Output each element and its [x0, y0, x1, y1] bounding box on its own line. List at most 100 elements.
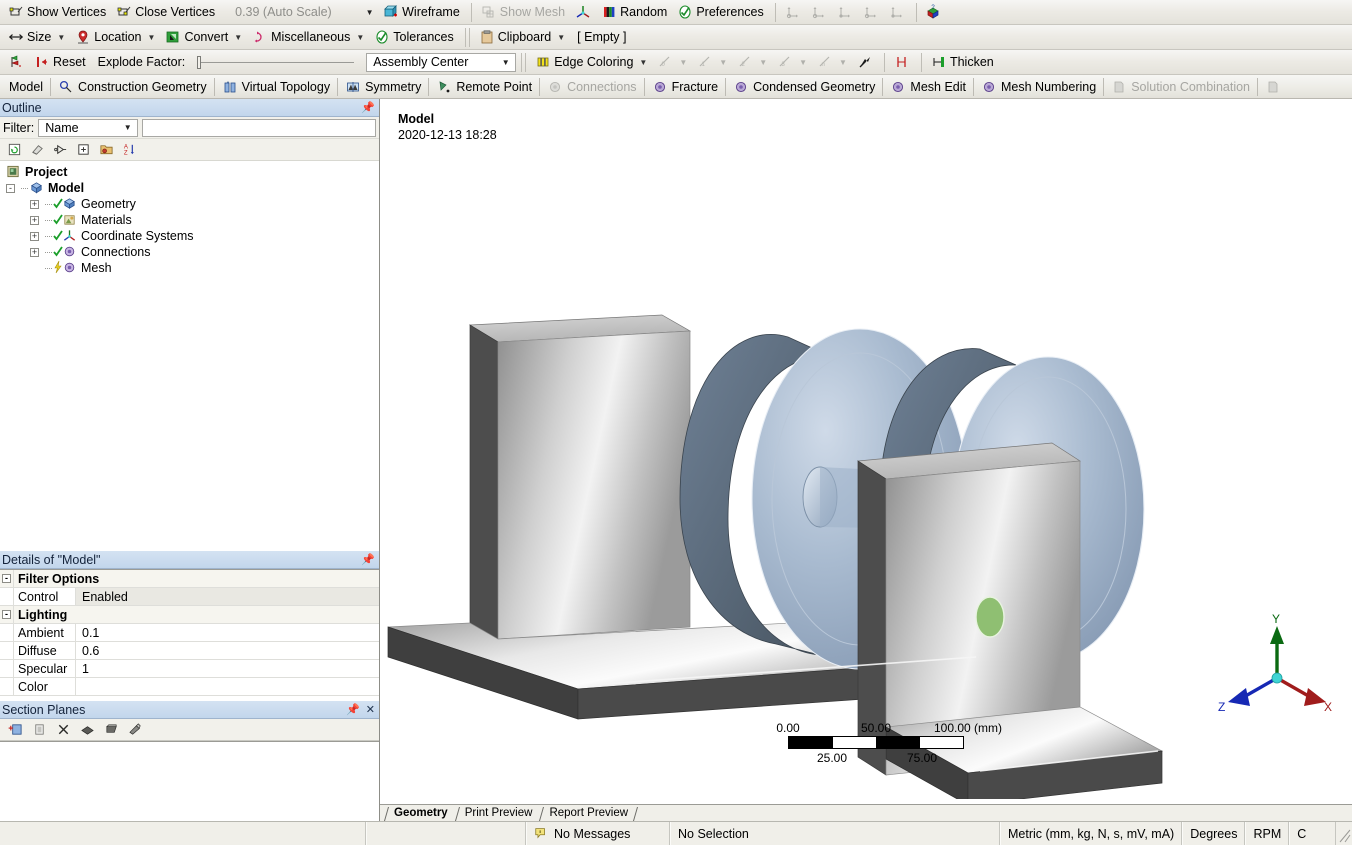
- viewport-tab-print-preview[interactable]: Print Preview: [457, 806, 542, 821]
- details-row-value[interactable]: [76, 678, 379, 695]
- chevron-down-icon[interactable]: ▼: [557, 33, 565, 42]
- chevron-down-icon[interactable]: ▼: [362, 5, 377, 20]
- tolerances-button[interactable]: Tolerances: [370, 27, 459, 48]
- chevron-down-icon[interactable]: ▼: [639, 58, 647, 67]
- edge-direction-2-button[interactable]: 2 ▼: [733, 52, 773, 73]
- miscellaneous-button[interactable]: Miscellaneous ▼: [248, 27, 370, 48]
- annotation-button-3[interactable]: [833, 2, 859, 23]
- expand-arrow-icon[interactable]: [52, 141, 69, 158]
- explode-factor-slider[interactable]: [191, 52, 356, 72]
- tree-item-mesh[interactable]: Mesh: [4, 260, 379, 276]
- filter-search-input[interactable]: [142, 118, 376, 137]
- chevron-down-icon[interactable]: ▼: [679, 58, 687, 67]
- viewport-tab-geometry[interactable]: Geometry: [386, 806, 457, 821]
- details-row-specular[interactable]: Specular 1: [0, 660, 379, 678]
- filter-type-select[interactable]: Name ▼: [38, 118, 139, 137]
- close-icon[interactable]: ✕: [366, 704, 375, 715]
- clear-section-planes-icon[interactable]: [55, 721, 72, 738]
- outline-tree[interactable]: Project - Model + Geometry + Materials +…: [0, 161, 379, 551]
- model-geometry[interactable]: [380, 99, 1352, 799]
- chevron-down-icon[interactable]: ▼: [356, 33, 364, 42]
- tree-item-geometry[interactable]: + Geometry: [4, 196, 379, 212]
- status-units[interactable]: Metric (mm, kg, N, s, mV, mA): [1000, 822, 1183, 845]
- annotation-button-5[interactable]: [885, 2, 911, 23]
- tree-item-project[interactable]: Project: [4, 164, 379, 180]
- window-resize-grip[interactable]: [1336, 822, 1352, 845]
- tree-expand-coordinate-systems[interactable]: +: [30, 231, 39, 241]
- context-item-virtual-topology[interactable]: Virtual Topology: [215, 76, 338, 98]
- details-group-lighting[interactable]: - Lighting: [0, 606, 379, 624]
- context-item-fracture[interactable]: Fracture: [645, 76, 726, 98]
- tree-item-coordinate-systems[interactable]: + Coordinate Systems: [4, 228, 379, 244]
- edge-direction-3-button[interactable]: 3 ▼: [773, 52, 813, 73]
- chevron-down-icon[interactable]: ▼: [120, 120, 135, 135]
- context-item-mesh-edit[interactable]: Mesh Edit: [883, 76, 973, 98]
- new-section-plane-icon[interactable]: [7, 721, 24, 738]
- viewport-tab-report-preview[interactable]: Report Preview: [541, 806, 637, 821]
- details-group-toggle[interactable]: -: [0, 570, 14, 587]
- location-button[interactable]: Location ▼: [71, 27, 161, 48]
- context-item-construction-geometry[interactable]: Construction Geometry: [51, 76, 214, 98]
- details-row-value[interactable]: 0.6: [76, 642, 379, 659]
- thickness-bar-button[interactable]: [890, 52, 916, 73]
- show-whole-elements-icon[interactable]: [79, 721, 96, 738]
- chevron-down-icon[interactable]: ▼: [234, 33, 242, 42]
- pin-icon[interactable]: 📌: [361, 102, 375, 113]
- context-item-mesh-numbering[interactable]: Mesh Numbering: [974, 76, 1103, 98]
- edge-direction-arrow-button[interactable]: [853, 52, 879, 73]
- chevron-down-icon[interactable]: ▼: [759, 58, 767, 67]
- convert-button[interactable]: Convert ▼: [161, 27, 248, 48]
- details-row-value[interactable]: 0.1: [76, 624, 379, 641]
- section-planes-list[interactable]: [0, 741, 379, 821]
- chevron-down-icon[interactable]: ▼: [498, 55, 513, 70]
- tree-expand-materials[interactable]: +: [30, 215, 39, 225]
- details-group-toggle[interactable]: -: [0, 606, 14, 623]
- chevron-down-icon[interactable]: ▼: [799, 58, 807, 67]
- edit-section-icon[interactable]: [127, 721, 144, 738]
- edge-direction-1-button[interactable]: 1 ▼: [693, 52, 733, 73]
- annotation-button-1[interactable]: [781, 2, 807, 23]
- context-item-overflow[interactable]: [1258, 76, 1288, 98]
- chevron-down-icon[interactable]: ▼: [839, 58, 847, 67]
- clear-filter-icon[interactable]: [29, 141, 46, 158]
- coordinate-triad[interactable]: Y Z X: [1218, 612, 1332, 726]
- status-rotation-units[interactable]: RPM: [1245, 822, 1290, 845]
- tree-item-connections[interactable]: + Connections: [4, 244, 379, 260]
- auto-scale-combo[interactable]: 0.39 (Auto Scale) ▼: [227, 3, 379, 22]
- details-row-value[interactable]: Enabled: [76, 588, 379, 605]
- show-vertices-button[interactable]: Show Vertices: [4, 2, 112, 23]
- status-extra[interactable]: C: [1289, 822, 1336, 845]
- edge-direction-n-button[interactable]: n ▼: [813, 52, 853, 73]
- context-item-model[interactable]: Model: [2, 76, 50, 98]
- assembly-center-combo[interactable]: Assembly Center ▼: [366, 52, 517, 72]
- size-button[interactable]: Size ▼: [4, 27, 71, 48]
- context-item-remote-point[interactable]: Remote Point: [429, 76, 539, 98]
- details-row-control[interactable]: Control Enabled: [0, 588, 379, 606]
- tree-expand-geometry[interactable]: +: [30, 199, 39, 209]
- thicken-button[interactable]: Thicken: [927, 52, 1000, 73]
- preferences-button[interactable]: Preferences: [673, 2, 769, 23]
- details-row-value[interactable]: 1: [76, 660, 379, 677]
- details-group-filter-options[interactable]: - Filter Options: [0, 570, 379, 588]
- close-vertices-button[interactable]: Close Vertices: [112, 2, 221, 23]
- pin-icon[interactable]: 📌: [361, 554, 375, 565]
- coordinate-triad-button[interactable]: [571, 2, 597, 23]
- context-item-condensed-geometry[interactable]: Condensed Geometry: [726, 76, 882, 98]
- status-angle-units[interactable]: Degrees: [1182, 822, 1246, 845]
- details-row-color[interactable]: Color: [0, 678, 379, 696]
- annotation-button-2[interactable]: [807, 2, 833, 23]
- annotation-button-4[interactable]: [859, 2, 885, 23]
- context-item-symmetry[interactable]: Symmetry: [338, 76, 428, 98]
- folder-icon[interactable]: [98, 141, 115, 158]
- tree-item-materials[interactable]: + Materials: [4, 212, 379, 228]
- explode-view-button[interactable]: [4, 52, 30, 73]
- wireframe-button[interactable]: Wireframe: [379, 2, 466, 23]
- details-row-ambient[interactable]: Ambient 0.1: [0, 624, 379, 642]
- tree-collapse-model[interactable]: -: [6, 183, 15, 193]
- refresh-tree-icon[interactable]: [6, 141, 23, 158]
- clipboard-button[interactable]: Clipboard ▼: [475, 27, 571, 48]
- expand-all-icon[interactable]: [75, 141, 92, 158]
- reset-explode-button[interactable]: Reset: [30, 52, 92, 73]
- tree-item-model[interactable]: - Model: [4, 180, 379, 196]
- help-cube-button[interactable]: ?: [922, 2, 948, 23]
